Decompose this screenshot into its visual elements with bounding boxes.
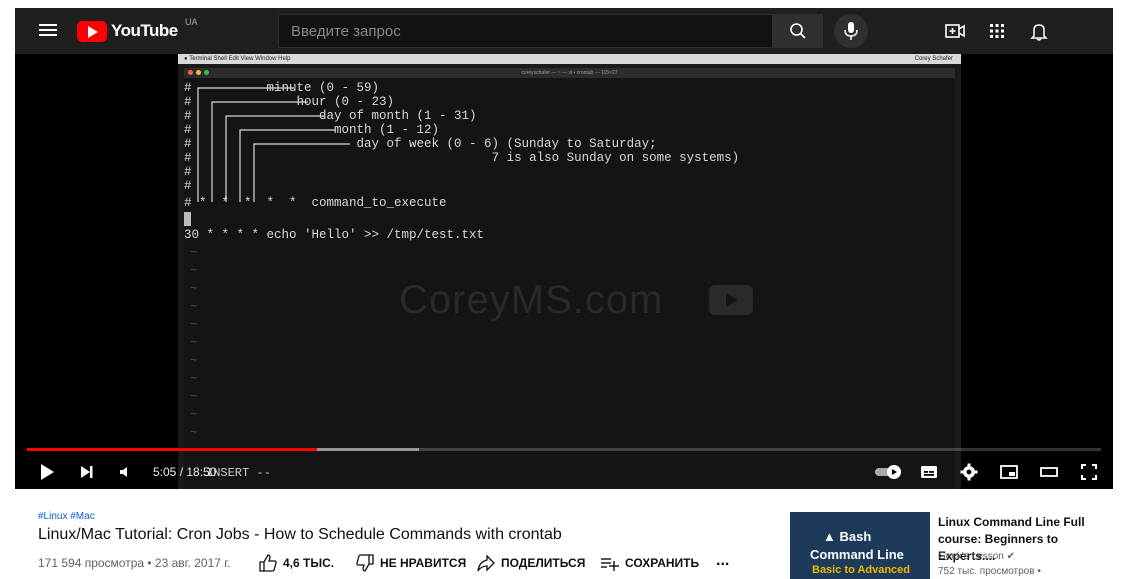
theater-mode-icon <box>1040 467 1058 477</box>
text-cursor <box>184 212 191 226</box>
gear-icon <box>960 463 978 481</box>
settings-button[interactable] <box>959 462 981 482</box>
more-actions-button[interactable]: ... <box>716 552 729 570</box>
play-button[interactable] <box>37 462 59 482</box>
country-code: UA <box>185 17 198 27</box>
search-icon <box>790 23 806 39</box>
miniplayer-button[interactable] <box>999 462 1021 482</box>
fullscreen-button[interactable] <box>1079 462 1101 482</box>
next-button[interactable] <box>77 462 99 482</box>
like-button[interactable]: 4,6 ТЫС. <box>258 554 334 572</box>
top-bar: YouTube UA Введите запрос <box>0 0 1125 62</box>
video-player[interactable]: ● Terminal Shell Edit View Window Help C… <box>15 54 1113 489</box>
youtube-logo[interactable]: YouTube UA <box>77 17 198 43</box>
video-title: Linux/Mac Tutorial: Cron Jobs - How to S… <box>38 526 562 543</box>
bell-icon <box>1030 24 1048 41</box>
logo-text: YouTube <box>111 21 178 40</box>
share-button[interactable]: ПОДЕЛИТЬСЯ <box>476 554 585 572</box>
dislike-label: НЕ НРАВИТСЯ <box>380 556 467 570</box>
voice-search-button[interactable] <box>834 14 868 48</box>
share-icon <box>477 554 495 572</box>
mac-menubar-items: Terminal Shell Edit View Window Help <box>189 56 291 62</box>
notifications-button[interactable] <box>1027 19 1051 43</box>
search-button[interactable] <box>773 14 823 48</box>
subtitles-button[interactable] <box>919 462 941 482</box>
create-video-icon <box>945 24 965 38</box>
like-count: 4,6 ТЫС. <box>283 556 335 570</box>
masthead: YouTube UA Введите запрос <box>15 8 1113 54</box>
terminal-line: # day of month (1 - 31) <box>184 109 477 123</box>
search-placeholder: Введите запрос <box>291 23 401 40</box>
volume-button[interactable] <box>115 462 137 482</box>
terminal-line: # 7 is also Sunday on some systems) <box>184 151 740 165</box>
terminal-body: # minute (0 - 59) # hour (0 - 23) # day … <box>184 78 955 489</box>
vim-mode-line: INSERT -- <box>206 466 271 480</box>
mac-menubar-user: Corey Schafer <box>914 56 953 62</box>
terminal-line: # hour (0 - 23) <box>184 95 395 109</box>
thumbs-down-icon <box>356 554 374 572</box>
search-input[interactable]: Введите запрос <box>278 14 773 48</box>
terminal-titlebar: coreyschafer — ~ — vi • crontab — 115×27 <box>184 68 955 78</box>
hamburger-menu-icon[interactable] <box>39 21 59 41</box>
save-label: СОХРАНИТЬ <box>625 556 700 570</box>
fullscreen-icon <box>1081 464 1097 480</box>
thumbnail-line: ▲ Bash <box>823 529 872 544</box>
microphone-icon <box>844 22 858 40</box>
thumbnail-line: Basic to Advanced <box>812 564 911 576</box>
progress-played <box>27 448 317 451</box>
autoplay-toggle[interactable] <box>873 462 905 482</box>
progress-bar[interactable] <box>27 448 1101 451</box>
autoplay-toggle-icon <box>875 465 901 479</box>
terminal-line: # * * * * * command_to_execute <box>184 196 447 210</box>
dislike-button[interactable]: НЕ НРАВИТСЯ <box>355 554 466 572</box>
add-to-playlist-icon <box>601 558 619 571</box>
theater-mode-button[interactable] <box>1039 462 1061 482</box>
verified-icon: ✔ <box>1006 551 1016 562</box>
mac-menubar: ● Terminal Shell Edit View Window Help C… <box>178 54 961 64</box>
youtube-play-icon <box>77 20 107 42</box>
terminal-line: # day of week (0 - 6) (Sunday to Saturda… <box>184 137 657 151</box>
video-meta: 171 594 просмотра • 23 авг. 2017 г. <box>38 556 231 570</box>
player-controls: 5:05 / 18:50 INSERT -- <box>15 454 1113 489</box>
thumbs-up-icon <box>259 554 277 572</box>
next-icon <box>81 466 93 478</box>
save-button[interactable]: СОХРАНИТЬ <box>600 554 699 572</box>
miniplayer-icon <box>1000 465 1018 479</box>
play-icon <box>41 464 54 480</box>
volume-icon <box>120 467 127 477</box>
terminal-line: # <box>184 165 192 179</box>
terminal-line: # <box>184 179 192 193</box>
watermark-play-icon <box>709 285 753 315</box>
subtitles-icon <box>921 466 937 478</box>
create-video-button[interactable] <box>943 19 967 43</box>
share-label: ПОДЕЛИТЬСЯ <box>501 556 586 570</box>
terminal-line: # month (1 - 12) <box>184 123 440 137</box>
linux-penguin-icon: ▲ <box>823 529 836 544</box>
minimize-dot-icon <box>196 70 201 75</box>
thumbnail-line: Command Line <box>810 547 904 562</box>
video-hashtags[interactable]: #Linux #Mac <box>38 511 95 522</box>
window-controls <box>188 70 209 75</box>
related-video-views: 752 тыс. просмотров • <box>938 566 1041 577</box>
maximize-dot-icon <box>204 70 209 75</box>
terminal-line: 30 * * * * echo 'Hello' >> /tmp/test.txt <box>184 228 485 242</box>
video-frame: ● Terminal Shell Edit View Window Help C… <box>178 54 961 489</box>
terminal-line: # minute (0 - 59) <box>184 81 380 95</box>
apps-grid-icon <box>990 24 1004 38</box>
related-video-channel[interactable]: Geek's Lesson ✔ <box>938 551 1015 562</box>
watermark-text: CoreyMS.com <box>399 278 664 322</box>
terminal-window-title: coreyschafer — ~ — vi • crontab — 115×27 <box>521 70 618 76</box>
close-dot-icon <box>188 70 193 75</box>
apps-button[interactable] <box>985 19 1009 43</box>
related-video-thumbnail[interactable]: ▲ Bash Command Line Basic to Advanced <box>790 512 930 579</box>
